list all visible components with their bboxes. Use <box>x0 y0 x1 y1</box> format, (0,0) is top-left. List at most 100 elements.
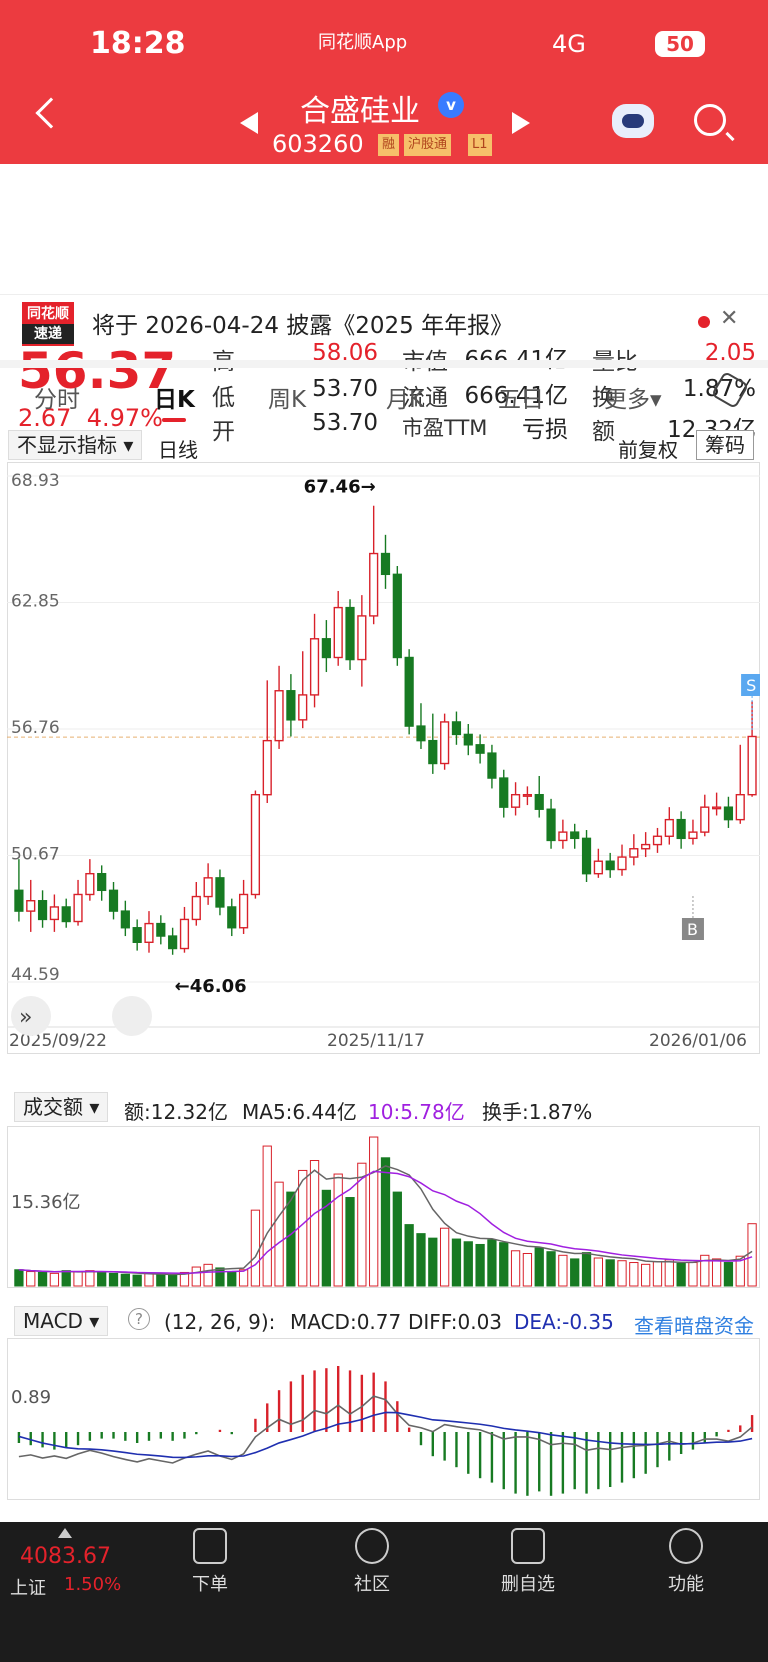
volume-bar <box>61 1270 71 1287</box>
status-app-label: 同花顺App <box>318 32 408 53</box>
candle <box>747 735 757 796</box>
volume-bar <box>416 1233 426 1287</box>
index-value[interactable]: 4083.67 <box>20 1544 111 1569</box>
volume-bar <box>333 1173 343 1287</box>
up-arrow-icon <box>58 1528 72 1538</box>
assistant-icon[interactable] <box>612 104 654 138</box>
candle <box>250 793 261 896</box>
tab-intraday[interactable]: 分时 <box>34 380 80 414</box>
macd-select[interactable]: MACD ▾ <box>14 1306 109 1336</box>
volume-bar <box>380 1157 391 1287</box>
volume-bar <box>534 1247 544 1287</box>
volume-bar <box>97 1271 107 1287</box>
indicator-select[interactable]: 不显示指标 ▾ <box>8 430 143 460</box>
tab-weekly[interactable]: 周K <box>268 380 306 414</box>
candle <box>274 690 284 742</box>
candle <box>510 793 521 808</box>
candle <box>570 831 580 840</box>
volume-bar <box>747 1223 757 1287</box>
volume-bar <box>581 1252 592 1287</box>
volume-bar <box>593 1257 603 1287</box>
candle <box>49 906 59 921</box>
volume-bar <box>487 1239 497 1287</box>
tab-daily[interactable]: 日K <box>154 380 195 414</box>
chips-button[interactable]: 筹码 <box>696 430 754 460</box>
volume-bar <box>26 1271 36 1287</box>
margin-badge: 融 <box>378 134 400 156</box>
macd-chart: 0.89 <box>7 1338 760 1500</box>
volume-bar <box>203 1263 213 1287</box>
volume-bar <box>451 1238 462 1287</box>
x-tick-label: 2025/11/17 <box>327 1031 425 1051</box>
volume-bar <box>522 1252 533 1287</box>
volume-bar <box>215 1267 225 1287</box>
candle <box>85 872 95 896</box>
close-icon[interactable]: ✕ <box>720 306 738 331</box>
battery-icon: 50 <box>655 31 705 57</box>
diff-value: DIFF:0.03 <box>408 1310 503 1334</box>
candle <box>522 793 533 797</box>
notice-text[interactable]: 将于 2026-04-24 披露《2025 年年报》 <box>92 306 513 340</box>
candle <box>676 818 686 840</box>
volume-amount: 额:12.32亿 <box>124 1100 228 1124</box>
candle <box>357 615 367 661</box>
stock-code: 603260 <box>272 130 364 158</box>
volume-bar <box>676 1262 686 1287</box>
quote-panel: 56.37 2.67 4.97% 高 58.06 市值 666.41亿 量比 2… <box>0 164 768 445</box>
candle <box>14 889 24 912</box>
candle <box>168 935 178 950</box>
community-icon <box>355 1528 389 1564</box>
volume-bar <box>191 1266 201 1287</box>
kline-chart[interactable]: 68.9362.8556.7650.6744.5967.46→←46.06202… <box>7 462 760 1054</box>
chart-frame <box>7 462 760 1054</box>
candle <box>132 927 142 943</box>
candle <box>629 848 639 858</box>
volume-bar <box>144 1272 154 1287</box>
candle <box>688 831 698 840</box>
adjust-button[interactable]: 前复权 <box>618 434 678 463</box>
sell-tag: S <box>746 676 756 695</box>
volume-bar <box>641 1263 651 1287</box>
dea-value: DEA:-0.35 <box>514 1310 614 1334</box>
search-icon[interactable] <box>694 104 726 136</box>
volume-bar <box>723 1262 734 1287</box>
volume-bar <box>570 1258 580 1287</box>
tab-monthly[interactable]: 月K <box>386 380 424 414</box>
volume-bar <box>404 1224 414 1287</box>
volume-y-label: 15.36亿 <box>11 1192 81 1213</box>
candle <box>227 906 237 929</box>
tab-more[interactable]: 更多▾ <box>604 380 662 414</box>
prev-stock-icon[interactable] <box>240 112 258 134</box>
news-logo: 同花顺 速递 <box>22 302 74 346</box>
candle <box>179 918 190 950</box>
functions-button[interactable]: 功能 <box>636 1524 736 1596</box>
candle <box>416 725 426 742</box>
candle <box>298 694 308 721</box>
volume-bar <box>664 1259 674 1287</box>
volume-bar <box>73 1271 83 1287</box>
volume-select[interactable]: 成交额 ▾ <box>14 1092 109 1122</box>
connect-badge: 沪股通 <box>404 134 452 156</box>
tab-five-day[interactable]: 五日 <box>498 380 544 414</box>
candle <box>144 922 154 943</box>
candle <box>735 793 745 821</box>
candle <box>558 831 568 842</box>
volume-bar <box>463 1241 473 1287</box>
buy-tag: B <box>687 920 698 939</box>
volume-bar <box>711 1258 722 1287</box>
next-stock-icon[interactable] <box>512 112 530 134</box>
volume-bar <box>120 1273 130 1287</box>
y-tick-label: 68.93 <box>11 471 60 491</box>
volume-bar <box>428 1237 438 1287</box>
volume-bar <box>475 1243 485 1287</box>
community-button[interactable]: 社区 <box>322 1524 422 1596</box>
back-icon[interactable] <box>35 97 67 129</box>
order-button[interactable]: 下单 <box>160 1524 260 1596</box>
dark-pool-link[interactable]: 查看暗盘资金 <box>634 1310 754 1339</box>
menu-icon <box>669 1528 703 1564</box>
candle <box>475 744 485 754</box>
volume-bar <box>132 1274 142 1287</box>
help-icon[interactable]: ? <box>128 1308 150 1330</box>
remove-watchlist-button[interactable]: 删自选 <box>478 1524 578 1596</box>
volume-bar <box>85 1270 95 1287</box>
